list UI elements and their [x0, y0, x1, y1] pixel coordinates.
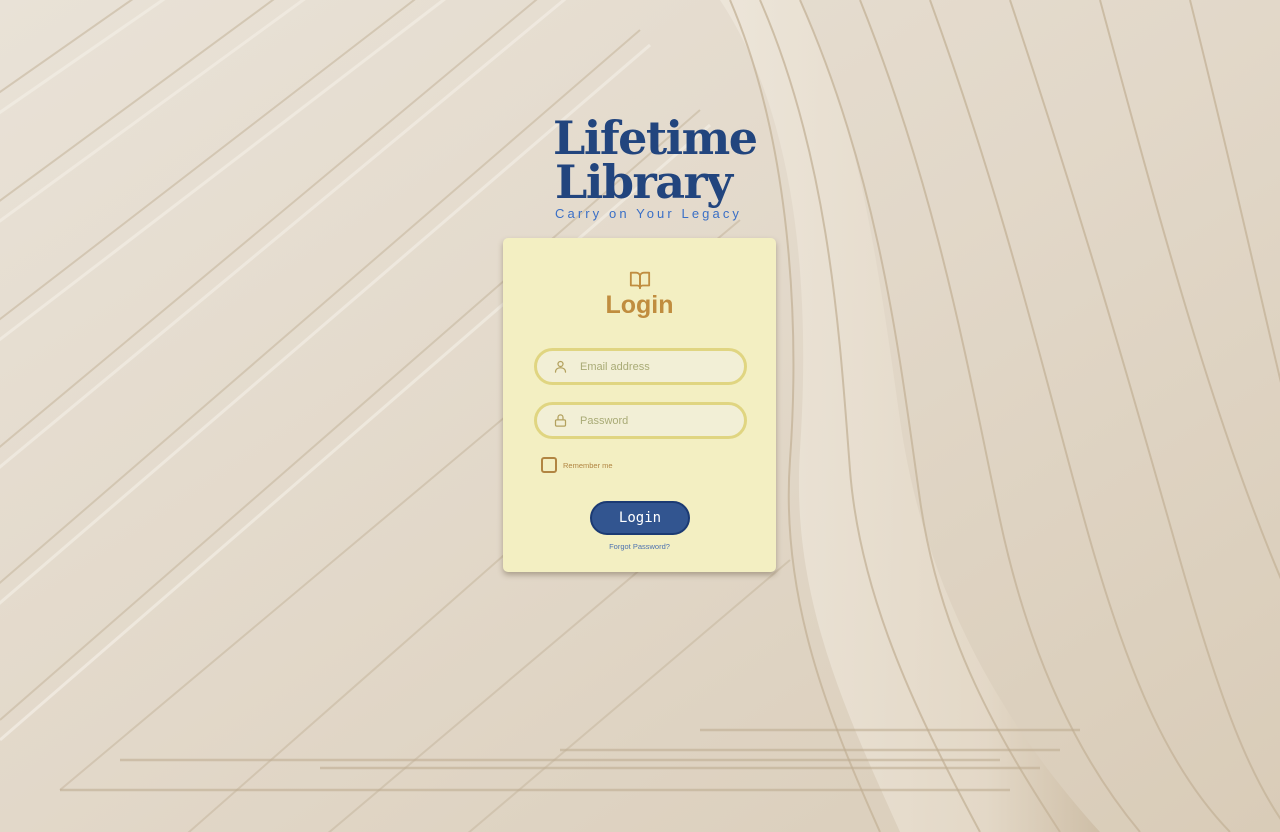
remember-me-checkbox[interactable] [541, 457, 557, 473]
brand-logo: Lifetime Library Carry on Your Legacy [553, 111, 758, 221]
login-button[interactable]: Login [590, 501, 690, 535]
login-title: Login [605, 291, 674, 319]
login-card: Login Remember me Login Forgot Password? [503, 238, 776, 572]
brand-tagline: Carry on Your Legacy [555, 206, 743, 221]
user-icon [554, 360, 567, 373]
password-field[interactable] [534, 402, 747, 439]
email-field[interactable] [534, 348, 747, 385]
open-book-icon [629, 271, 651, 290]
password-input[interactable] [580, 405, 735, 436]
lock-icon [554, 414, 567, 427]
brand-title-line1: Lifetime [553, 111, 758, 165]
brand-title-line2: Library [555, 155, 733, 209]
remember-me[interactable]: Remember me [541, 457, 613, 473]
email-input[interactable] [580, 351, 735, 382]
forgot-password-link[interactable]: Forgot Password? [503, 542, 776, 551]
remember-me-label: Remember me [563, 460, 613, 470]
